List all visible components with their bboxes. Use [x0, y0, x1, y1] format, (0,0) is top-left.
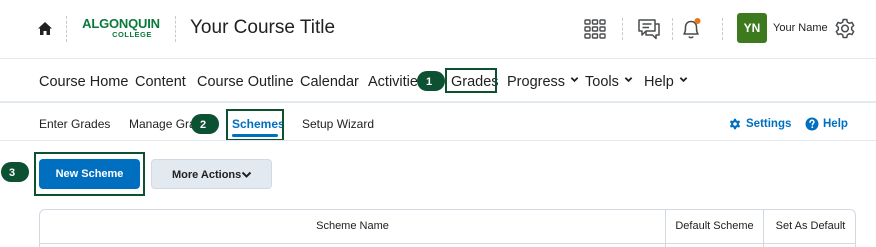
chevron-down-icon	[570, 77, 579, 83]
user-name[interactable]: Your Name	[773, 22, 828, 34]
avatar[interactable]: YN	[737, 13, 767, 43]
callout-badge-2: 2	[191, 114, 219, 134]
header-divider	[622, 18, 623, 40]
header-divider	[175, 16, 176, 42]
schemes-highlight-box	[226, 109, 284, 141]
settings-link[interactable]: Settings	[746, 117, 791, 131]
subnav-manage-grades[interactable]: Manage Grades	[129, 117, 193, 131]
nav-course-home[interactable]: Course Home	[39, 73, 128, 91]
header-divider-line	[0, 58, 876, 59]
header-divider	[722, 18, 723, 40]
nav-tools[interactable]: Tools	[585, 73, 633, 91]
nav-tools-label: Tools	[585, 74, 619, 90]
more-actions-button[interactable]: More Actions	[151, 159, 272, 189]
chevron-down-icon	[679, 77, 688, 83]
nav-calendar[interactable]: Calendar	[300, 73, 359, 91]
grades-highlight-box	[445, 68, 497, 93]
nav-activities[interactable]: Activities	[368, 73, 420, 91]
chevron-down-icon	[241, 171, 252, 178]
course-title[interactable]: Your Course Title	[190, 16, 335, 40]
header-row-divider	[40, 243, 855, 244]
logo-subtitle: COLLEGE	[112, 30, 152, 39]
new-scheme-button[interactable]: New Scheme	[39, 159, 140, 189]
subnav-divider-line	[0, 140, 876, 141]
home-icon[interactable]	[36, 20, 54, 38]
subnav-setup-wizard[interactable]: Setup Wizard	[302, 117, 374, 131]
help-link[interactable]: Help	[823, 117, 848, 131]
callout-number: 1	[426, 76, 432, 88]
nav-content[interactable]: Content	[135, 73, 186, 91]
settings-gear-icon[interactable]	[728, 117, 742, 131]
message-icon[interactable]	[636, 16, 662, 42]
header-divider	[66, 16, 67, 42]
top-header: ALGONQUIN COLLEGE Your Course Title YN Y…	[0, 0, 876, 58]
nav-help-label: Help	[644, 74, 674, 90]
callout-number: 3	[9, 167, 15, 179]
college-logo[interactable]: ALGONQUIN COLLEGE	[80, 17, 162, 41]
callout-badge-3: 3	[1, 162, 29, 182]
help-circle-icon[interactable]	[805, 117, 819, 131]
column-header-set-as-default[interactable]: Set As Default	[764, 210, 855, 243]
waffle-grid-icon[interactable]	[582, 16, 608, 42]
notification-dot	[694, 18, 701, 24]
callout-badge-1: 1	[417, 71, 445, 91]
bell-icon[interactable]	[678, 16, 704, 42]
nav-help[interactable]: Help	[644, 73, 688, 91]
more-actions-label: More Actions	[172, 169, 242, 181]
nav-progress[interactable]: Progress	[507, 73, 579, 91]
logo-wordmark: ALGONQUIN	[82, 16, 160, 31]
subnav-enter-grades[interactable]: Enter Grades	[39, 117, 110, 131]
schemes-table: Scheme Name Default Scheme Set As Defaul…	[39, 209, 856, 247]
callout-number: 2	[200, 119, 206, 131]
navbar-divider-line	[0, 101, 876, 103]
nav-progress-label: Progress	[507, 74, 566, 90]
nav-course-outline[interactable]: Course Outline	[197, 73, 294, 91]
header-divider	[672, 18, 673, 40]
chevron-down-icon	[624, 77, 633, 83]
column-header-default-scheme[interactable]: Default Scheme	[666, 210, 763, 243]
gear-icon[interactable]	[833, 17, 857, 41]
column-header-scheme-name[interactable]: Scheme Name	[40, 210, 665, 243]
